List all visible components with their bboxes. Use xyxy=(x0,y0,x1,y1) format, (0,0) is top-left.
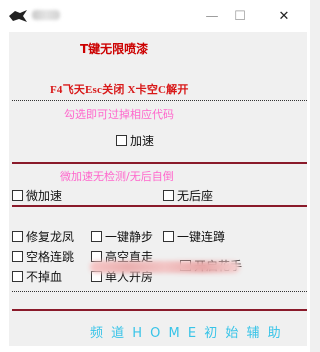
close-button[interactable]: ✕ xyxy=(266,0,302,32)
checkbox-silent-walk-label: 一键静步 xyxy=(105,230,154,244)
checkbox-accelerate-label: 加速 xyxy=(130,134,155,148)
header-title: T键无限喷漆 xyxy=(80,42,149,56)
divider-1 xyxy=(12,100,307,101)
section-hint-1: 勾选即可过掉相应代码 xyxy=(64,108,174,121)
app-window: — ☐ ✕ T键无限喷漆 F4飞天Esc关闭 X卡空C解开 勾选即可过掉相应代码… xyxy=(0,0,310,352)
checkbox-bunny-hop-label: 空格连跳 xyxy=(26,250,75,264)
title-bar[interactable]: — ☐ ✕ xyxy=(0,0,310,32)
checkbox-no-damage[interactable]: 不掉血 xyxy=(12,268,62,285)
checkbox-fix-dragon-label: 修复龙凤 xyxy=(26,230,75,244)
window-bottom-border xyxy=(0,346,310,352)
checkbox-fix-dragon-box[interactable] xyxy=(12,231,23,242)
checkbox-auto-crouch-box[interactable] xyxy=(163,231,174,242)
window-left-border xyxy=(0,32,9,352)
checkbox-accelerate-box[interactable] xyxy=(116,135,127,146)
checkbox-no-recoil-label: 无后座 xyxy=(177,189,214,203)
checkbox-no-recoil[interactable]: 无后座 xyxy=(163,187,213,204)
checkbox-silent-walk[interactable]: 一键静步 xyxy=(91,228,153,245)
checkbox-micro-accel[interactable]: 微加速 xyxy=(12,187,62,204)
header-hotkeys: F4飞天Esc关闭 X卡空C解开 xyxy=(50,84,189,96)
checkbox-accelerate[interactable]: 加速 xyxy=(116,132,154,149)
divider-5 xyxy=(12,309,307,311)
window-right-border xyxy=(307,32,310,352)
checkbox-silent-walk-box[interactable] xyxy=(91,231,102,242)
divider-4 xyxy=(12,291,307,292)
checkbox-no-damage-box[interactable] xyxy=(12,271,23,282)
footer-branding: 频 道 H O M E 初 始 辅 助 xyxy=(90,326,283,341)
checkbox-micro-accel-label: 微加速 xyxy=(26,189,63,203)
checkbox-micro-accel-box[interactable] xyxy=(12,190,23,201)
checkbox-no-damage-label: 不掉血 xyxy=(26,270,63,284)
window-title-redacted xyxy=(32,10,60,20)
divider-3 xyxy=(12,205,307,207)
checkbox-bunny-hop-box[interactable] xyxy=(12,251,23,262)
checkbox-bunny-hop[interactable]: 空格连跳 xyxy=(12,248,74,265)
checkbox-fix-dragon[interactable]: 修复龙凤 xyxy=(12,228,74,245)
section-hint-2: 微加速无检测/无后自倒 xyxy=(60,170,174,183)
divider-2 xyxy=(12,162,307,164)
checkbox-auto-crouch[interactable]: 一键连蹲 xyxy=(163,228,225,245)
checkbox-auto-crouch-label: 一键连蹲 xyxy=(177,230,226,244)
app-logo-icon xyxy=(9,10,27,22)
redacted-text-bar xyxy=(90,261,240,273)
maximize-button[interactable]: ☐ xyxy=(222,0,258,32)
checkbox-no-recoil-box[interactable] xyxy=(163,190,174,201)
